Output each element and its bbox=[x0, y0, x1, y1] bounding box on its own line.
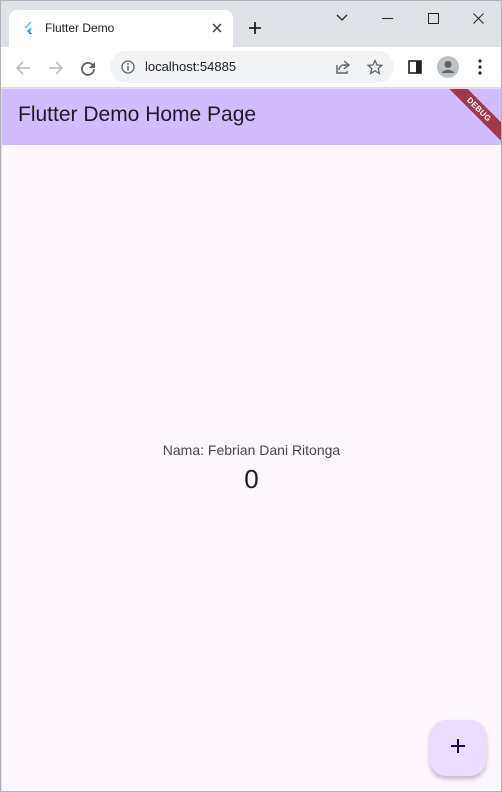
tab-flutter-demo[interactable]: Flutter Demo bbox=[9, 10, 233, 47]
counter-value: 0 bbox=[244, 464, 259, 494]
share-icon[interactable] bbox=[334, 58, 352, 76]
back-arrow-icon[interactable] bbox=[12, 57, 34, 79]
maximize-icon[interactable] bbox=[422, 7, 444, 29]
close-tab-icon[interactable] bbox=[209, 20, 225, 36]
profile-avatar-icon[interactable] bbox=[437, 56, 459, 78]
name-label: Nama: Febrian Dani Ritonga bbox=[162, 442, 341, 458]
site-info-icon[interactable] bbox=[121, 60, 135, 74]
forward-arrow-icon[interactable] bbox=[45, 57, 67, 79]
tab-bar: Flutter Demo bbox=[1, 1, 501, 47]
reload-icon[interactable] bbox=[77, 57, 99, 79]
plus-icon bbox=[450, 738, 466, 759]
browser-toolbar: localhost:54885 bbox=[1, 47, 501, 88]
content-column: Nama: Febrian Dani Ritonga 0 bbox=[2, 439, 501, 497]
side-panel-icon[interactable] bbox=[406, 58, 424, 76]
new-tab-icon[interactable] bbox=[245, 18, 265, 38]
flutter-app: Flutter Demo Home Page DEBUG Nama: Febri… bbox=[2, 89, 501, 791]
increment-button[interactable] bbox=[430, 720, 486, 776]
url-text: localhost:54885 bbox=[145, 59, 237, 74]
minimize-icon[interactable] bbox=[376, 7, 398, 29]
browser-window: Flutter Demo localhost:54885 Flutter Dem… bbox=[0, 0, 502, 792]
close-window-icon[interactable] bbox=[467, 7, 489, 29]
flutter-logo-icon bbox=[23, 22, 37, 36]
chevron-down-icon[interactable] bbox=[331, 7, 353, 29]
app-bar: Flutter Demo Home Page bbox=[2, 89, 501, 145]
tab-title: Flutter Demo bbox=[45, 21, 115, 35]
more-vert-icon[interactable] bbox=[473, 57, 487, 77]
address-bar[interactable]: localhost:54885 bbox=[110, 51, 394, 83]
bookmark-star-icon[interactable] bbox=[366, 58, 384, 76]
page-title: Flutter Demo Home Page bbox=[18, 103, 257, 126]
